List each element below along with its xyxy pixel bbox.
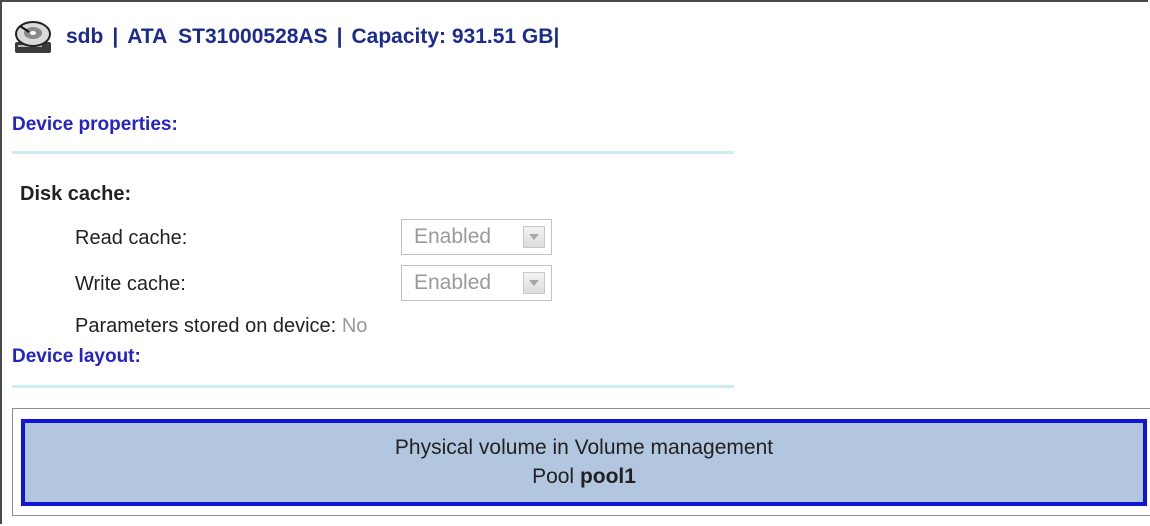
header-trailing-separator: | bbox=[553, 25, 560, 48]
read-cache-value: Enabled bbox=[414, 225, 492, 248]
read-cache-select[interactable]: Enabled bbox=[401, 219, 552, 255]
chevron-down-icon[interactable] bbox=[523, 226, 545, 248]
device-capacity: Capacity: 931.51 GB bbox=[351, 25, 554, 48]
pool-label: Pool pool1 bbox=[25, 465, 1143, 489]
device-properties-title: Device properties: bbox=[12, 114, 178, 135]
header-separator: | bbox=[112, 25, 119, 48]
device-header: sdb | ATA ST31000528AS | Capacity: 931.5… bbox=[14, 20, 559, 54]
physical-volume-block[interactable]: Physical volume in Volume management Poo… bbox=[21, 419, 1147, 506]
device-name: sdb bbox=[66, 25, 104, 48]
device-layout-title: Device layout: bbox=[12, 346, 141, 367]
parameters-stored-label: Parameters stored on device: bbox=[75, 315, 337, 337]
read-cache-label: Read cache: bbox=[75, 227, 188, 249]
write-cache-label: Write cache: bbox=[75, 273, 186, 295]
parameters-stored-row: Parameters stored on device: No bbox=[75, 315, 367, 338]
device-layout-panel: Physical volume in Volume management Poo… bbox=[12, 408, 1150, 516]
write-cache-select[interactable]: Enabled bbox=[401, 265, 552, 301]
write-cache-value: Enabled bbox=[414, 271, 492, 294]
header-separator: | bbox=[336, 25, 343, 48]
pool-prefix: Pool bbox=[532, 465, 575, 488]
device-model: ATA ST31000528AS bbox=[127, 25, 328, 48]
hard-disk-icon bbox=[15, 21, 51, 53]
section-divider bbox=[12, 385, 734, 388]
parameters-stored-value: No bbox=[341, 315, 368, 337]
section-divider bbox=[12, 151, 734, 154]
chevron-down-icon[interactable] bbox=[523, 272, 545, 294]
physical-volume-label: Physical volume in Volume management bbox=[394, 436, 774, 459]
disk-cache-title: Disk cache: bbox=[20, 183, 132, 205]
pool-name: pool1 bbox=[579, 465, 636, 488]
